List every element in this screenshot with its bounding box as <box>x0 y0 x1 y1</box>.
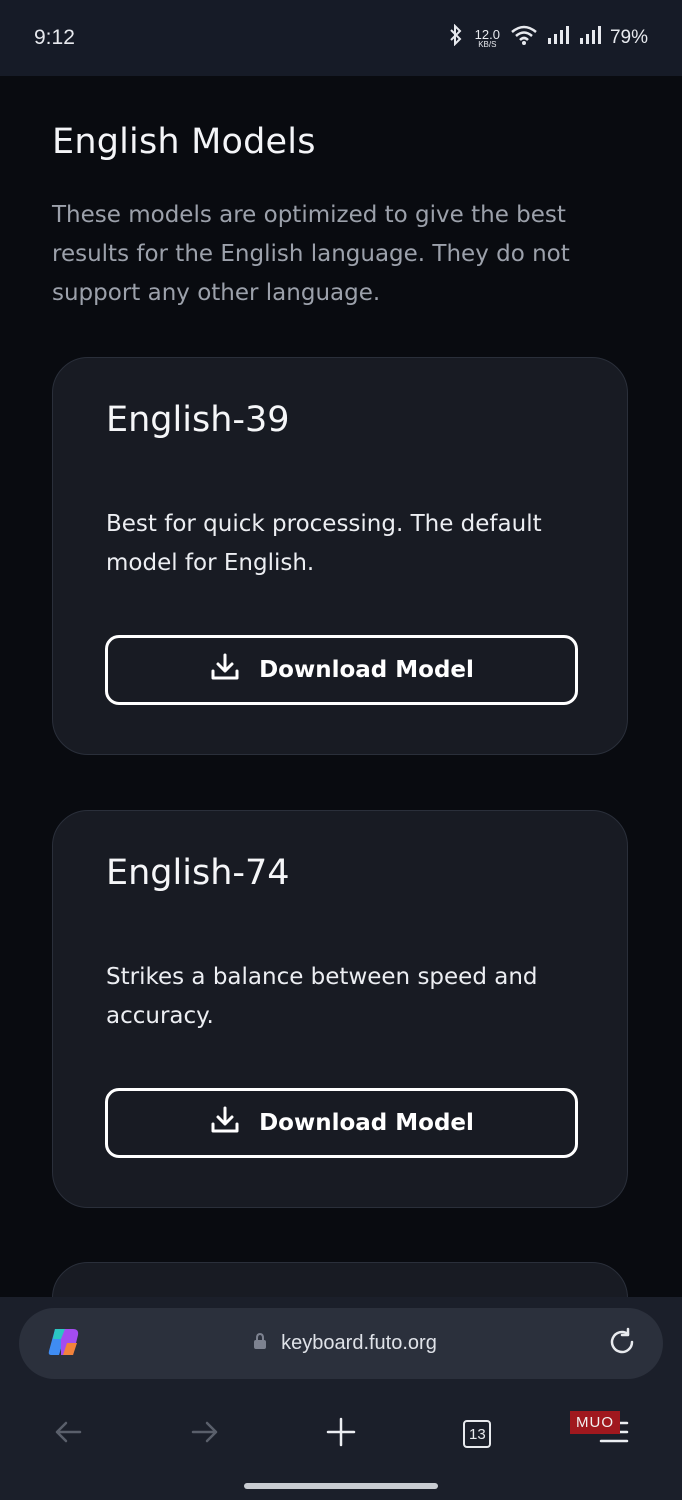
back-button[interactable] <box>38 1409 98 1459</box>
model-name: English-74 <box>106 853 290 893</box>
download-icon <box>209 651 241 689</box>
status-icons: 12.0 KB/S 79% <box>447 23 648 52</box>
network-speed: 12.0 KB/S <box>474 26 500 49</box>
download-model-button[interactable]: Download Model <box>105 635 578 705</box>
model-description: Best for quick processing. The default m… <box>106 511 542 576</box>
page-description: These models are optimized to give the b… <box>52 202 570 306</box>
download-icon <box>209 1104 241 1142</box>
download-button-label: Download Model <box>259 1110 474 1136</box>
copilot-icon[interactable] <box>45 1323 83 1365</box>
tab-count: 13 <box>463 1420 492 1448</box>
watermark-logo: MUO <box>570 1411 620 1434</box>
download-model-button[interactable]: Download Model <box>105 1088 578 1158</box>
url-display[interactable]: keyboard.futo.org <box>83 1332 607 1355</box>
forward-button[interactable] <box>175 1409 235 1459</box>
browser-toolbar: keyboard.futo.org 13 MUO <box>0 1297 682 1500</box>
arrow-left-icon <box>52 1416 84 1452</box>
plus-icon <box>325 1416 357 1452</box>
model-card: English-74 Strikes a balance between spe… <box>52 810 628 1208</box>
bluetooth-icon <box>447 23 465 52</box>
model-description: Strikes a balance between speed and accu… <box>106 964 538 1029</box>
page-title: English Models <box>52 122 316 162</box>
arrow-right-icon <box>189 1416 221 1452</box>
address-bar[interactable]: keyboard.futo.org <box>19 1308 663 1379</box>
signal-icon <box>578 24 602 52</box>
signal-icon <box>546 24 570 52</box>
battery-level: 79% <box>609 27 648 48</box>
tabs-button[interactable]: 13 <box>447 1409 507 1459</box>
page-header: English Models These models are optimize… <box>52 122 632 313</box>
status-time: 9:12 <box>34 26 75 49</box>
download-button-label: Download Model <box>259 657 474 683</box>
url-text: keyboard.futo.org <box>281 1332 437 1354</box>
new-tab-button[interactable] <box>311 1409 371 1459</box>
model-name: English-39 <box>106 400 290 440</box>
reload-icon[interactable] <box>607 1327 637 1361</box>
wifi-icon <box>510 24 538 52</box>
model-card: English-39 Best for quick processing. Th… <box>52 357 628 755</box>
lock-icon <box>253 1332 267 1355</box>
status-bar: 9:12 12.0 KB/S 79% <box>0 0 682 76</box>
home-indicator[interactable] <box>244 1483 438 1489</box>
